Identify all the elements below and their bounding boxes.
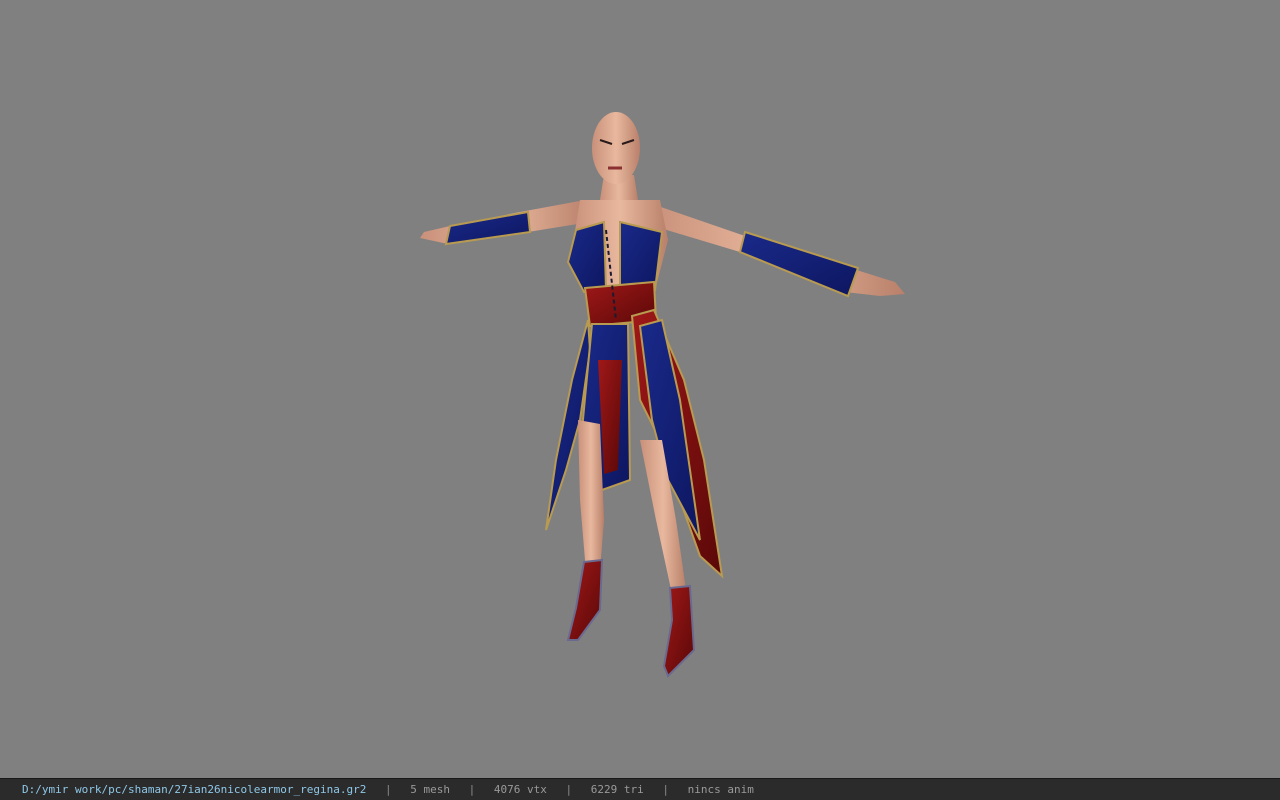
right-shoe bbox=[662, 584, 696, 678]
separator: | bbox=[565, 783, 573, 796]
separator: | bbox=[468, 783, 476, 796]
triangle-count: 6229 tri bbox=[590, 783, 644, 796]
mesh-count: 5 mesh bbox=[410, 783, 450, 796]
vertex-count: 4076 vtx bbox=[493, 783, 547, 796]
3d-viewport[interactable] bbox=[0, 0, 1280, 778]
file-path: D:/ymir work/pc/shaman/27ian26nicolearmo… bbox=[22, 783, 367, 796]
left-shoe bbox=[566, 558, 604, 641]
head bbox=[592, 112, 640, 200]
skirt bbox=[545, 308, 724, 579]
animation-status: nincs anim bbox=[687, 783, 754, 796]
left-arm bbox=[420, 200, 590, 246]
torso bbox=[566, 200, 668, 328]
separator: | bbox=[385, 783, 392, 796]
right-arm bbox=[650, 205, 905, 298]
status-bar: D:/ymir work/pc/shaman/27ian26nicolearmo… bbox=[0, 778, 1280, 800]
character-model[interactable] bbox=[0, 0, 1280, 778]
separator: | bbox=[662, 783, 669, 796]
